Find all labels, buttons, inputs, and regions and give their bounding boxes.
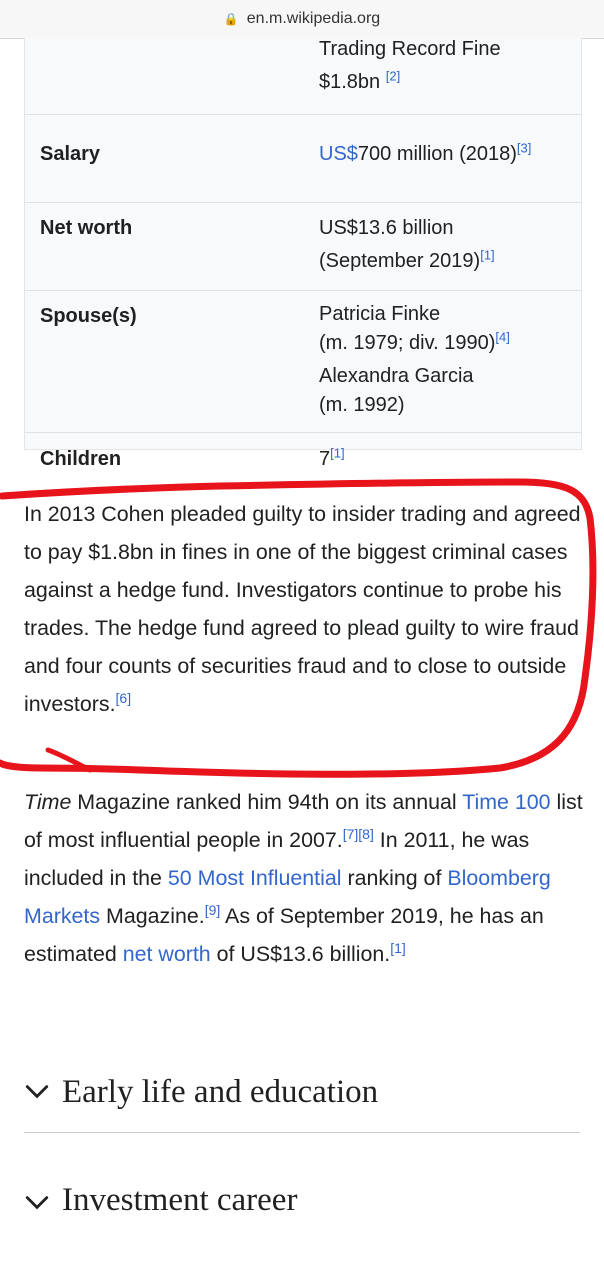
infobox-row-spouse: Spouse(s) Patricia Finke (m. 1979; div. … (25, 290, 581, 433)
citation-link[interactable]: [4] (495, 329, 509, 344)
spouse-label: Spouse(s) (40, 305, 137, 327)
text-run: ranking of (341, 866, 448, 890)
chevron-down-icon (25, 1085, 49, 1099)
paragraph-insider-trading: In 2013 Cohen pleaded guilty to insider … (24, 495, 584, 723)
section-title: Investment career (62, 1182, 298, 1218)
spouse2-name: Alexandra Garcia (319, 365, 474, 387)
paragraph-rankings: Time Magazine ranked him 94th on its ann… (24, 783, 584, 973)
lock-icon: 🔒 (223, 12, 239, 26)
net-worth-date: (September 2019) (319, 250, 481, 272)
children-label: Children (40, 448, 122, 470)
infobox-row-children: Children 7[1] (25, 432, 581, 488)
infobox: Trading Record Fine $1.8bn [2] Salary US… (24, 38, 582, 470)
citation-link[interactable]: [2] (386, 68, 400, 83)
spouse-value: Patricia Finke (m. 1979; div. 1990)[4] A… (319, 300, 571, 420)
salary-value: US$700 million (2018)[3] (319, 138, 571, 171)
net-worth-amount: US$13.6 billion (319, 217, 454, 239)
currency-link[interactable]: US$ (319, 143, 358, 165)
children-count: 7 (319, 448, 331, 470)
link-50-most-influential[interactable]: 50 Most Influential (168, 866, 342, 890)
text-run: of US$13.6 billion. (210, 942, 391, 966)
children-value: 7[1] (319, 443, 571, 476)
text-run: Magazine ranked him 94th on its annual (71, 790, 463, 814)
net-worth-label: Net worth (40, 217, 133, 239)
trading-fine-amount: $1.8bn (319, 71, 381, 93)
paragraph-text: In 2013 Cohen pleaded guilty to insider … (24, 502, 581, 716)
infobox-row-trading-fine: Trading Record Fine $1.8bn [2] (25, 38, 581, 115)
spouse1-name: Patricia Finke (319, 303, 441, 325)
citation-link[interactable]: [3] (517, 140, 531, 155)
salary-amount: 700 million (2018) (357, 143, 517, 165)
section-investment-career[interactable]: Investment career (24, 1172, 580, 1262)
citation-link[interactable]: [8] (358, 826, 374, 842)
infobox-row-net-worth: Net worth US$13.6 billion (September 201… (25, 202, 581, 291)
italic-time: Time (24, 790, 72, 814)
citation-link[interactable]: [9] (205, 902, 221, 918)
trading-fine-value: Trading Record Fine $1.8bn [2] (319, 33, 571, 99)
infobox-row-salary: Salary US$700 million (2018)[3] (25, 114, 581, 203)
citation-link[interactable]: [1] (330, 445, 344, 460)
citation-link[interactable]: [7] (343, 826, 359, 842)
link-time-100[interactable]: Time 100 (462, 790, 550, 814)
citation-link[interactable]: [1] (390, 940, 406, 956)
net-worth-value: US$13.6 billion (September 2019)[1] (319, 212, 571, 278)
chevron-down-icon (25, 1196, 49, 1210)
trading-fine-line1: Trading Record Fine (319, 38, 501, 60)
url-text: en.m.wikipedia.org (246, 10, 381, 27)
link-net-worth[interactable]: net worth (123, 942, 211, 966)
spouse1-dates: (m. 1979; div. 1990) (319, 332, 496, 354)
citation-link[interactable]: [6] (116, 690, 132, 706)
salary-label: Salary (40, 143, 101, 165)
citation-link[interactable]: [1] (480, 247, 494, 262)
section-early-life[interactable]: Early life and education (24, 1052, 580, 1133)
text-run: Magazine. (100, 904, 205, 928)
section-title: Early life and education (62, 1073, 379, 1110)
spouse2-dates: (m. 1992) (319, 394, 405, 416)
